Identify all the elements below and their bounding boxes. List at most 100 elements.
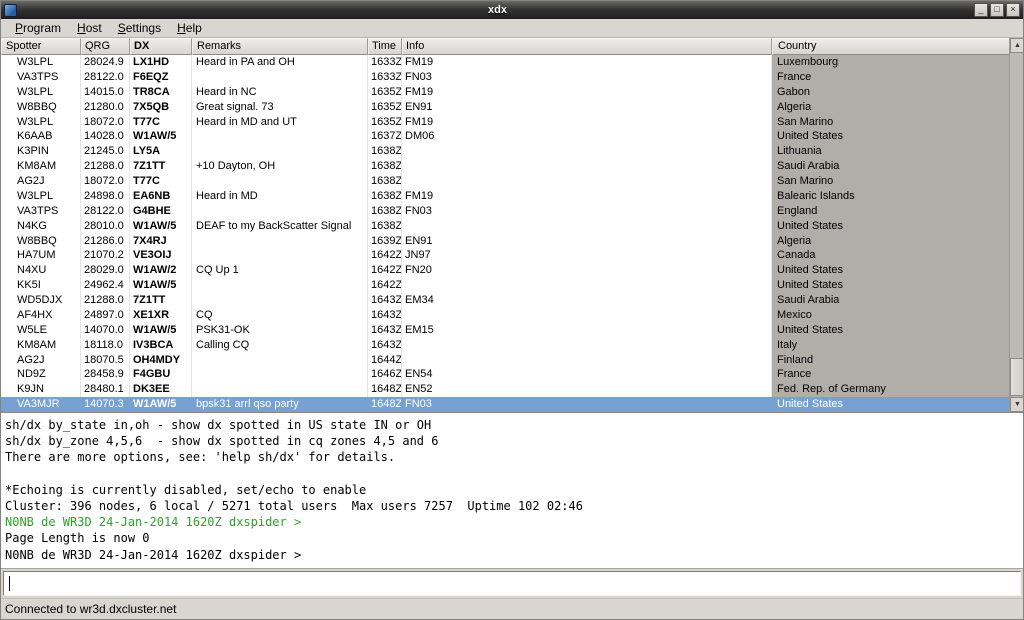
column-header-country[interactable]: Country <box>772 38 1009 55</box>
remarks-cell: PSK31-OK <box>192 323 368 338</box>
column-header-spotter[interactable]: Spotter <box>1 38 81 55</box>
table-row[interactable]: VA3MJR 14070.3 W1AW/5 bpsk31 arrl qso pa… <box>1 397 1009 412</box>
qrg-cell: 21286.0 <box>81 234 130 249</box>
remarks-cell: Great signal. 73 <box>192 100 368 115</box>
table-row[interactable]: W3LPL 28024.9 LX1HD Heard in PA and OH 1… <box>1 55 1009 70</box>
menu-host[interactable]: Host <box>69 19 110 37</box>
remarks-cell <box>192 248 368 263</box>
remarks-cell <box>192 174 368 189</box>
time-cell: 1643Z <box>368 338 402 353</box>
menu-program[interactable]: Program <box>7 19 69 37</box>
table-row[interactable]: KK5I 24962.4 W1AW/5 1642Z United States <box>1 278 1009 293</box>
table-row[interactable]: WD5DJX 21288.0 7Z1TT 1643Z EM34 Saudi Ar… <box>1 293 1009 308</box>
time-cell: 1638Z <box>368 204 402 219</box>
table-row[interactable]: N4XU 28029.0 W1AW/2 CQ Up 1 1642Z FN20 U… <box>1 263 1009 278</box>
remarks-cell: Heard in MD and UT <box>192 115 368 130</box>
spotter-cell: AF4HX <box>1 308 81 323</box>
column-header-info[interactable]: Info <box>402 38 772 55</box>
scrollbar-thumb[interactable] <box>1010 358 1023 396</box>
time-cell: 1635Z <box>368 100 402 115</box>
info-cell: FM19 <box>402 85 772 100</box>
scroll-down-icon[interactable]: ▼ <box>1010 397 1023 412</box>
spotter-cell: W3LPL <box>1 115 81 130</box>
country-cell: United States <box>772 278 1009 293</box>
minimize-button[interactable]: _ <box>974 3 988 17</box>
menu-settings[interactable]: Settings <box>110 19 169 37</box>
spotter-cell: VA3TPS <box>1 70 81 85</box>
column-header-time[interactable]: Time <box>368 38 402 55</box>
table-row[interactable]: W8BBQ 21286.0 7X4RJ 1639Z EN91 Algeria <box>1 234 1009 249</box>
info-cell <box>402 144 772 159</box>
spotter-cell: W8BBQ <box>1 234 81 249</box>
table-row[interactable]: W8BBQ 21280.0 7X5QB Great signal. 73 163… <box>1 100 1009 115</box>
spotter-cell: AG2J <box>1 353 81 368</box>
maximize-button[interactable]: □ <box>990 3 1004 17</box>
terminal-line: There are more options, see: 'help sh/dx… <box>5 450 1023 466</box>
close-button[interactable]: × <box>1006 3 1020 17</box>
remarks-cell: DEAF to my BackScatter Signal <box>192 219 368 234</box>
time-cell: 1633Z <box>368 55 402 70</box>
info-cell: EN91 <box>402 100 772 115</box>
column-header-dx[interactable]: DX <box>130 38 192 55</box>
table-row[interactable]: AG2J 18072.0 T77C 1638Z San Marino <box>1 174 1009 189</box>
table-row[interactable]: ND9Z 28458.9 F4GBU 1646Z EN54 France <box>1 367 1009 382</box>
qrg-cell: 24962.4 <box>81 278 130 293</box>
info-cell: FM19 <box>402 115 772 130</box>
table-row[interactable]: K9JN 28480.1 DK3EE 1648Z EN52 Fed. Rep. … <box>1 382 1009 397</box>
dx-cell: T77C <box>130 174 192 189</box>
dx-cell: W1AW/5 <box>130 323 192 338</box>
table-row[interactable]: KM8AM 18118.0 IV3BCA Calling CQ 1643Z It… <box>1 338 1009 353</box>
spotter-cell: K6AAB <box>1 129 81 144</box>
country-cell: Algeria <box>772 100 1009 115</box>
column-header-remarks[interactable]: Remarks <box>192 38 368 55</box>
titlebar[interactable]: xdx _ □ × <box>1 1 1023 19</box>
info-cell: FN20 <box>402 263 772 278</box>
table-row[interactable]: AF4HX 24897.0 XE1XR CQ 1643Z Mexico <box>1 308 1009 323</box>
spots-table-main: Spotter QRG DX Remarks Time Info Country… <box>1 38 1009 412</box>
country-cell: Balearic Islands <box>772 189 1009 204</box>
column-header-qrg[interactable]: QRG <box>81 38 130 55</box>
table-row[interactable]: VA3TPS 28122.0 F6EQZ 1633Z FN03 France <box>1 70 1009 85</box>
time-cell: 1638Z <box>368 219 402 234</box>
dx-cell: IV3BCA <box>130 338 192 353</box>
table-row[interactable]: AG2J 18070.5 OH4MDY 1644Z Finland <box>1 353 1009 368</box>
table-row[interactable]: W3LPL 14015.0 TR8CA Heard in NC 1635Z FM… <box>1 85 1009 100</box>
country-cell: Fed. Rep. of Germany <box>772 382 1009 397</box>
spotter-cell: W3LPL <box>1 189 81 204</box>
dx-cell: W1AW/5 <box>130 129 192 144</box>
terminal-line: sh/dx by_state in,oh - show dx spotted i… <box>5 418 1023 434</box>
time-cell: 1639Z <box>368 234 402 249</box>
country-cell: United States <box>772 219 1009 234</box>
table-row[interactable]: W3LPL 24898.0 EA6NB Heard in MD 1638Z FM… <box>1 189 1009 204</box>
menu-help[interactable]: Help <box>169 19 210 37</box>
table-row[interactable]: VA3TPS 28122.0 G4BHE 1638Z FN03 England <box>1 204 1009 219</box>
dx-cell: W1AW/5 <box>130 219 192 234</box>
spots-table: Spotter QRG DX Remarks Time Info Country… <box>1 38 1023 412</box>
table-row[interactable]: W5LE 14070.0 W1AW/5 PSK31-OK 1643Z EM15 … <box>1 323 1009 338</box>
dx-cell: TR8CA <box>130 85 192 100</box>
time-cell: 1638Z <box>368 159 402 174</box>
table-row[interactable]: W3LPL 18072.0 T77C Heard in MD and UT 16… <box>1 115 1009 130</box>
terminal-line: N0NB de WR3D 24-Jan-2014 1620Z dxspider … <box>5 515 1023 531</box>
table-row[interactable]: K3PIN 21245.0 LY5A 1638Z Lithuania <box>1 144 1009 159</box>
table-row[interactable]: KM8AM 21288.0 7Z1TT +10 Dayton, OH 1638Z… <box>1 159 1009 174</box>
dx-cell: W1AW/5 <box>130 397 192 412</box>
window-icon[interactable] <box>4 4 17 17</box>
terminal-line: N0NB de WR3D 24-Jan-2014 1620Z dxspider … <box>5 548 1023 564</box>
time-cell: 1643Z <box>368 308 402 323</box>
spotter-cell: KM8AM <box>1 159 81 174</box>
table-row[interactable]: N4KG 28010.0 W1AW/5 DEAF to my BackScatt… <box>1 219 1009 234</box>
country-cell: Luxembourg <box>772 55 1009 70</box>
table-row[interactable]: K6AAB 14028.0 W1AW/5 1637Z DM06 United S… <box>1 129 1009 144</box>
info-cell: EM15 <box>402 323 772 338</box>
window-controls: _ □ × <box>974 3 1020 17</box>
qrg-cell: 21280.0 <box>81 100 130 115</box>
vertical-scrollbar[interactable]: ▲ ▼ <box>1009 38 1023 412</box>
dx-cell: XE1XR <box>130 308 192 323</box>
scroll-up-icon[interactable]: ▲ <box>1010 38 1023 53</box>
remarks-cell <box>192 367 368 382</box>
table-row[interactable]: HA7UM 21070.2 VE3OIJ 1642Z JN97 Canada <box>1 248 1009 263</box>
time-cell: 1648Z <box>368 397 402 412</box>
command-input[interactable] <box>3 571 1021 596</box>
remarks-cell: bpsk31 arrl qso party <box>192 397 368 412</box>
